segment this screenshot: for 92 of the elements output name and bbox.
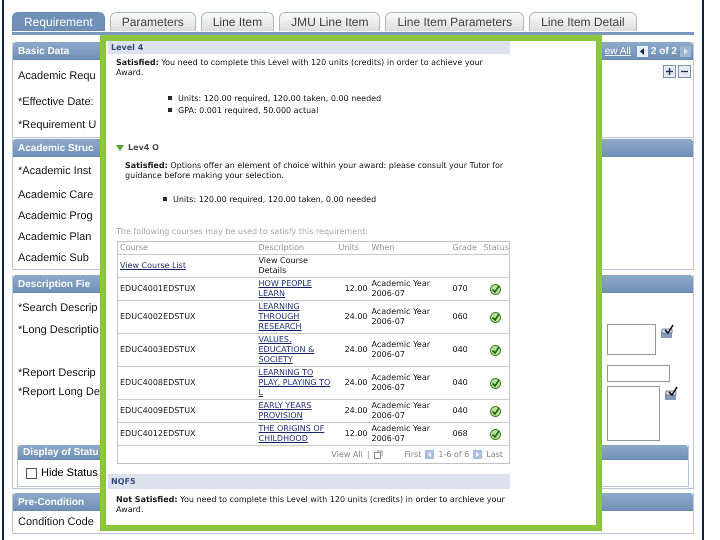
table-cell: EDUC4001EDSTUX: [118, 278, 256, 300]
courses-intro: The following courses may be used to satisfy this requirement:: [115, 227, 370, 237]
course-link[interactable]: LEARNING TO PLAY, PLAYING TO L: [258, 368, 334, 398]
field-label: *Long Descriptio: [18, 324, 99, 336]
table-cell: 068: [450, 422, 482, 446]
table-cell: EDUC4008EDSTUX: [118, 366, 256, 400]
separator: |: [366, 450, 370, 460]
table-cell: View Course Details: [256, 254, 336, 278]
checkbox-label: Hide Status: [41, 467, 98, 479]
course-link[interactable]: HOW PEOPLE LEARN: [258, 279, 334, 299]
bullet-text: Units: 120.00 required, 120.00 taken, 0.00 needed: [178, 94, 382, 102]
table-cell: 040: [450, 334, 482, 366]
tab[interactable]: Line Item Parameters: [385, 12, 524, 31]
section-title: Academic Struc: [18, 142, 94, 154]
section-title: Display of Statu: [23, 447, 99, 458]
spellcheck-icon[interactable]: [660, 324, 674, 339]
section-title: Description Fie: [18, 278, 90, 290]
first-link[interactable]: First: [404, 450, 422, 460]
popout-icon[interactable]: [374, 450, 383, 459]
table-cell: 12.00: [336, 422, 370, 446]
table-cell: EDUC4012EDSTUX: [118, 422, 256, 446]
input-field[interactable]: [607, 364, 670, 382]
section-title: Pre-Condition: [18, 496, 84, 508]
bullet-text: GPA: 0.001 required, 50.000 actual: [178, 106, 318, 114]
table-cell: Academic Year 2006-07: [370, 334, 450, 366]
field-label: Condition Code: [18, 516, 94, 528]
table-cell: EDUC4002EDSTUX: [118, 300, 256, 334]
next-icon[interactable]: [680, 46, 691, 56]
status-message: Not Satisfied: You need to complete this Level with 120 units (credits) in order to archieve your Award.: [115, 495, 506, 515]
table-cell: 24.00: [336, 400, 370, 422]
field-label: Academic Plan: [18, 230, 92, 242]
sublevel-title: Lev4 O: [128, 143, 159, 152]
table-cell: 24.00: [336, 300, 370, 334]
field-label: *Report Long De: [18, 386, 100, 398]
table-cell: Academic Year 2006-07: [370, 300, 450, 334]
column-header: Grade: [450, 242, 482, 254]
expanded-triangle-icon[interactable]: [116, 144, 124, 150]
table-cell: 060: [450, 300, 482, 334]
next-icon[interactable]: [473, 450, 482, 459]
field-label: Academic Care: [18, 188, 94, 200]
column-header: Course: [118, 242, 256, 254]
table-cell: 070: [450, 278, 482, 300]
course-link[interactable]: EARLY YEARS PROVISION: [258, 401, 334, 421]
tab[interactable]: Line Item Detail: [529, 12, 637, 31]
column-header: Units: [336, 242, 370, 254]
column-header: Status: [482, 242, 510, 254]
last-link[interactable]: Last: [486, 450, 503, 460]
table-cell: 24.00: [336, 334, 370, 366]
table-cell: Academic Year 2006-07: [370, 400, 450, 422]
course-link[interactable]: VALUES, EDUCATION & SOCIETY: [258, 335, 334, 365]
field-label: *Effective Date:: [18, 96, 94, 108]
bullet-icon: [163, 197, 167, 201]
course-link[interactable]: THE ORIGINS OF CHILDHOOD: [258, 424, 334, 444]
status-message: Satisfied: Options offer an element of choice within your award: please consult your Tutor for guidance before making your selection.: [124, 161, 504, 181]
field-label: *Search Descrip: [18, 302, 98, 314]
course-list-link[interactable]: View Course List: [120, 261, 254, 271]
field-label: Academic Requ: [18, 70, 96, 82]
bullet-icon: [168, 108, 172, 112]
plus-icon[interactable]: [663, 65, 676, 78]
section-title: Basic Data: [18, 46, 70, 56]
page-counter: 2 of 2: [650, 46, 677, 56]
table-cell: 12.00: [336, 278, 370, 300]
page-range: 1-6 of 6: [438, 450, 470, 460]
view-all-link[interactable]: View All: [331, 450, 363, 460]
level-header: Level 4: [108, 41, 510, 54]
checkbox[interactable]: [26, 468, 37, 478]
table-cell: EDUC4009EDSTUX: [118, 400, 256, 422]
tab[interactable]: JMU Line Item: [279, 12, 380, 31]
tab[interactable]: Parameters: [110, 12, 196, 31]
column-header: When: [370, 242, 450, 254]
field-label: *Requirement U: [18, 118, 96, 130]
bullet-text: Units: 120.00 required, 120.00 taken, 0.00 needed: [173, 194, 376, 204]
table-cell: 040: [450, 400, 482, 422]
field-label: Academic Prog: [18, 210, 93, 222]
tab[interactable]: Line Item: [200, 12, 274, 31]
field-label: Academic Sub: [18, 252, 89, 264]
table-cell: 040: [450, 366, 482, 400]
column-header: Description: [256, 242, 336, 254]
bullet-icon: [168, 96, 172, 100]
previous-icon[interactable]: [636, 46, 648, 56]
table-cell: Academic Year 2006-07: [370, 366, 450, 400]
field-label: *Academic Inst: [18, 164, 92, 176]
course-link[interactable]: LEARNING THROUGH RESEARCH: [258, 302, 334, 332]
minus-icon[interactable]: [678, 65, 691, 78]
spellcheck-icon[interactable]: [664, 386, 678, 401]
table-cell: Academic Year 2006-07: [370, 422, 450, 446]
status-message: Satisfied: You need to complete this Level with 120 units (credits) in order to achieve your Award.: [115, 58, 484, 78]
field-label: *Report Descrip: [18, 367, 96, 379]
level-header: NQF5: [108, 474, 510, 489]
table-cell: 24.00: [336, 366, 370, 400]
table-cell: Academic Year 2006-07: [370, 278, 450, 300]
table-cell: EDUC4003EDSTUX: [118, 334, 256, 366]
